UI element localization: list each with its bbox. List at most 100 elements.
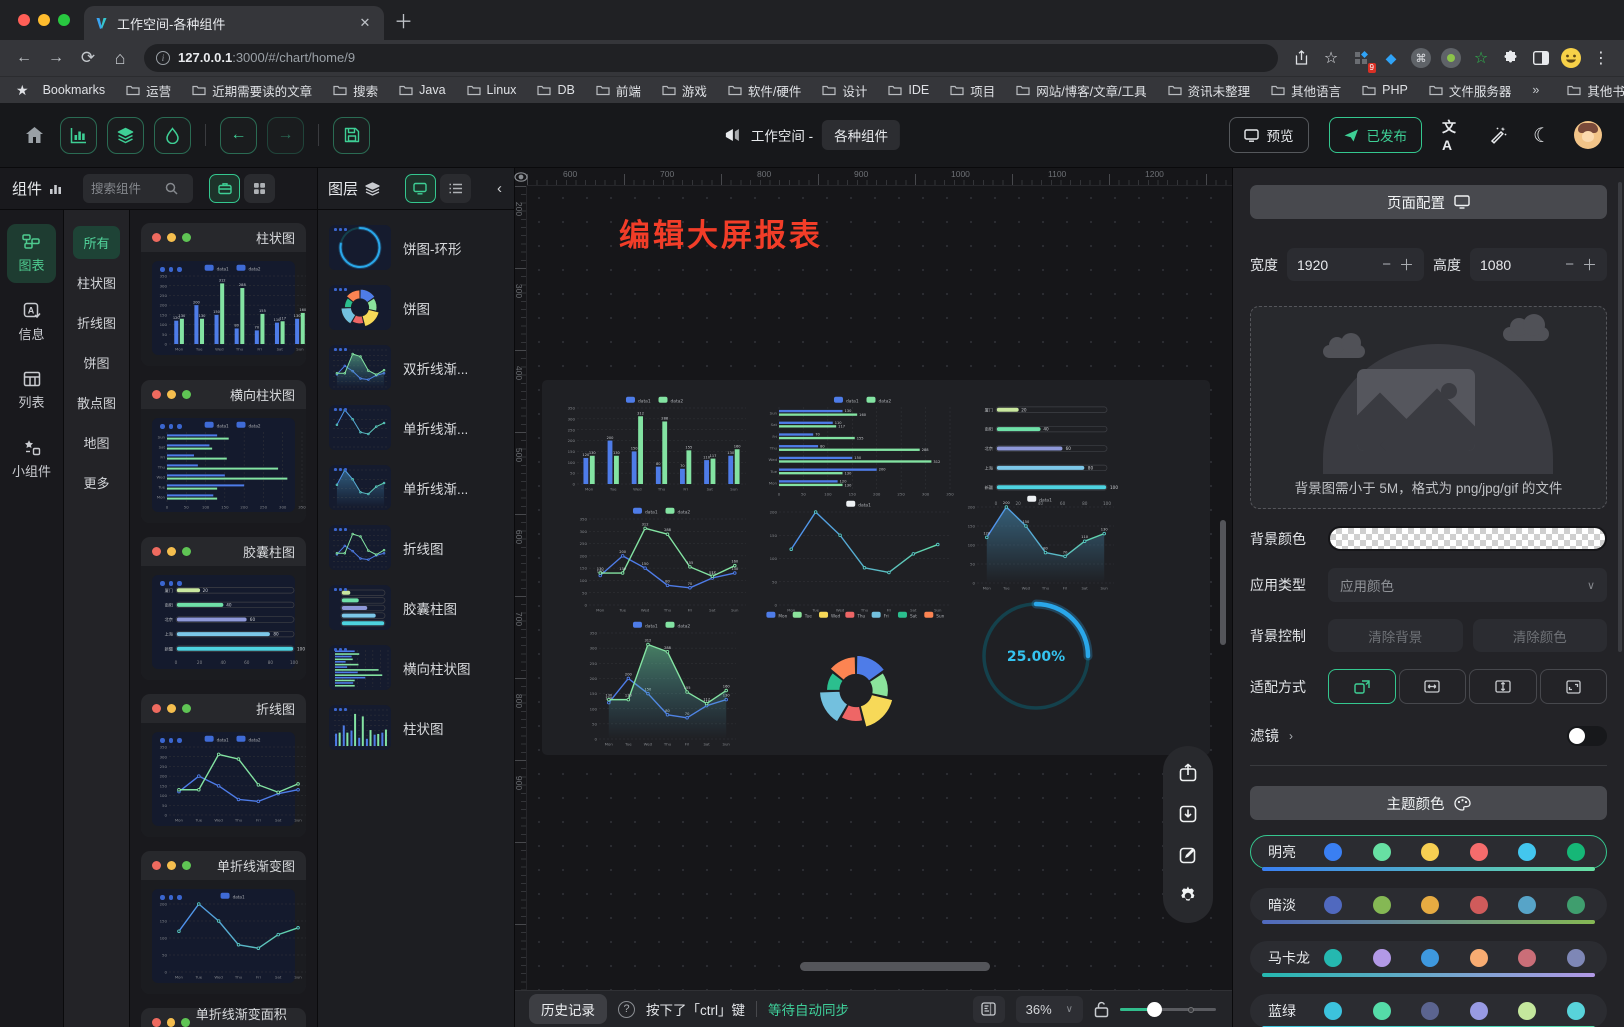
component-card[interactable]: 胶囊柱图厦门20南阳40北京60上海80新疆100020406080100 — [141, 537, 306, 680]
layer-item[interactable]: 胶囊柱图 — [329, 585, 503, 630]
app-home-icon[interactable] — [22, 126, 46, 144]
minimize-window-button[interactable] — [38, 14, 50, 26]
dashboard-chart-hbar[interactable]: data1data2050100150200250300350Mon120130… — [764, 393, 964, 499]
magic-wand-icon[interactable] — [1486, 126, 1510, 144]
history-button[interactable]: 历史记录 — [529, 994, 607, 1024]
fit-height-button[interactable] — [1469, 669, 1537, 704]
layer-item[interactable]: 饼图 — [329, 285, 503, 330]
bookmark-folder[interactable]: 搜索 — [326, 80, 385, 100]
preview-button[interactable]: 预览 — [1229, 117, 1309, 153]
profile-avatar[interactable] — [1558, 45, 1584, 71]
detail-panel-toggle-button[interactable] — [154, 117, 191, 154]
fit-width-button[interactable] — [1399, 669, 1467, 704]
layer-item[interactable]: 折线图 — [329, 525, 503, 570]
theme-color-dot[interactable] — [1373, 843, 1391, 861]
workspace-name-pill[interactable]: 各种组件 — [822, 120, 900, 150]
layer-list-view-toggle[interactable] — [440, 174, 471, 203]
reload-icon[interactable]: ⟳ — [74, 44, 102, 72]
component-card[interactable]: 折线图data1data2050100150200250300350MonTue… — [141, 694, 306, 837]
edit-icon[interactable] — [1172, 839, 1204, 871]
lock-icon[interactable] — [1094, 1001, 1109, 1018]
theme-color-dot[interactable] — [1518, 896, 1536, 914]
bookmark-folder[interactable]: 文件服务器 — [1422, 80, 1519, 100]
ruler-eye-icon[interactable] — [515, 168, 527, 186]
width-plus-button[interactable]: ＋ — [1399, 254, 1414, 275]
new-tab-button[interactable]: ＋ — [394, 7, 413, 34]
browser-menu-icon[interactable]: ⋮ — [1588, 45, 1614, 71]
theme-color-dot[interactable] — [1518, 949, 1536, 967]
share-icon[interactable] — [1288, 45, 1314, 71]
component-card[interactable]: 横向柱状图data1data2050100150200250300350MonT… — [141, 380, 306, 523]
bookmark-folder[interactable]: 运营 — [119, 80, 178, 100]
page-config-header[interactable]: 页面配置 — [1250, 185, 1607, 219]
bookmark-folder[interactable]: Linux — [460, 80, 524, 100]
clear-color-button[interactable]: 清除颜色 — [1473, 619, 1608, 652]
theme-color-dot[interactable] — [1518, 843, 1536, 861]
bg-color-swatch[interactable] — [1328, 526, 1607, 551]
save-button[interactable] — [333, 117, 370, 154]
zoom-level-select[interactable]: 36% ∨ — [1016, 996, 1083, 1023]
dark-mode-moon-icon[interactable]: ☾ — [1530, 123, 1554, 148]
theme-color-header[interactable]: 主题颜色 — [1250, 786, 1607, 820]
theme-color-dot[interactable] — [1421, 949, 1439, 967]
site-info-icon[interactable]: i — [156, 51, 170, 65]
puzzle-extensions-icon[interactable] — [1498, 45, 1524, 71]
theme-color-dot[interactable] — [1373, 896, 1391, 914]
screen-title-text[interactable]: 编辑大屏报表 — [619, 210, 823, 255]
report-icon-button[interactable] — [973, 996, 1005, 1023]
bookmark-folder[interactable]: 资讯未整理 — [1161, 80, 1258, 100]
layer-item[interactable]: 柱状图 — [329, 705, 503, 750]
height-minus-button[interactable]: − — [1565, 256, 1574, 273]
star-extension-icon[interactable]: ☆ — [1468, 45, 1494, 71]
layer-item[interactable]: 单折线渐... — [329, 465, 503, 510]
close-window-button[interactable] — [18, 14, 30, 26]
fit-stretch-button[interactable] — [1540, 669, 1608, 704]
sidebar-tab-3[interactable]: 列表 — [7, 362, 56, 420]
bookmark-folder[interactable]: DB — [530, 80, 581, 100]
category-item[interactable]: 更多 — [73, 466, 120, 499]
theme-color-dot[interactable] — [1373, 1002, 1391, 1020]
gem-extension-icon[interactable]: ◆ — [1378, 45, 1404, 71]
canvas-vertical-scrollbar[interactable] — [1220, 520, 1226, 645]
bookmark-folder[interactable]: 网站/博客/文章/工具 — [1009, 80, 1153, 100]
download-icon[interactable] — [1172, 798, 1204, 830]
clear-background-button[interactable]: 清除背景 — [1328, 619, 1463, 652]
height-value[interactable]: 1080 — [1480, 257, 1557, 273]
theme-color-dot[interactable] — [1567, 1002, 1585, 1020]
settings-gear-icon[interactable] — [1172, 880, 1204, 912]
user-avatar[interactable] — [1574, 121, 1602, 149]
dashboard-chart-line1area[interactable]: data1050100150200MonTueWedThuFriSatSun12… — [960, 492, 1122, 594]
category-item[interactable]: 饼图 — [73, 346, 120, 379]
dashboard-chart-ring[interactable]: 25.00% — [975, 595, 1097, 717]
canvas-body[interactable]: 编辑大屏报表 data1data2050100150200250300350Mo… — [527, 186, 1232, 990]
layers-panel-toggle-button[interactable] — [107, 117, 144, 154]
category-item[interactable]: 柱状图 — [73, 266, 120, 299]
address-bar[interactable]: i 127.0.0.1:3000/#/chart/home/9 — [144, 44, 1278, 72]
sidebar-toggle-icon[interactable] — [1528, 45, 1554, 71]
zoom-slider-knob[interactable] — [1147, 1002, 1162, 1017]
width-minus-button[interactable]: − — [1382, 256, 1391, 273]
theme-color-dot[interactable] — [1470, 843, 1488, 861]
category-item[interactable]: 地图 — [73, 426, 120, 459]
theme-color-dot[interactable] — [1470, 1002, 1488, 1020]
toolbox-view-toggle[interactable] — [209, 174, 240, 203]
bookmark-folder[interactable]: 其他语言 — [1264, 80, 1348, 100]
dashboard-chart-bar[interactable]: data1data2050100150200250300350MonTueWed… — [560, 393, 752, 495]
other-bookmarks-folder[interactable]: 其他书签 — [1560, 80, 1624, 100]
home-icon[interactable]: ⌂ — [106, 44, 134, 72]
canvas-horizontal-scrollbar[interactable] — [800, 962, 990, 971]
theme-row-暗淡[interactable]: 暗淡 — [1250, 888, 1607, 922]
forward-icon[interactable]: → — [42, 44, 70, 72]
theme-color-dot[interactable] — [1567, 896, 1585, 914]
theme-color-dot[interactable] — [1421, 1002, 1439, 1020]
undo-button[interactable]: ← — [220, 117, 257, 154]
search-input[interactable] — [91, 182, 161, 196]
chart-panel-toggle-button[interactable] — [60, 117, 97, 154]
category-item[interactable]: 所有 — [73, 226, 120, 259]
redo-button[interactable]: → — [267, 117, 304, 154]
theme-color-dot[interactable] — [1373, 949, 1391, 967]
layer-item[interactable]: 饼图-环形 — [329, 225, 503, 270]
theme-color-dot[interactable] — [1518, 1002, 1536, 1020]
theme-color-dot[interactable] — [1324, 843, 1342, 861]
filter-toggle[interactable] — [1567, 726, 1607, 746]
